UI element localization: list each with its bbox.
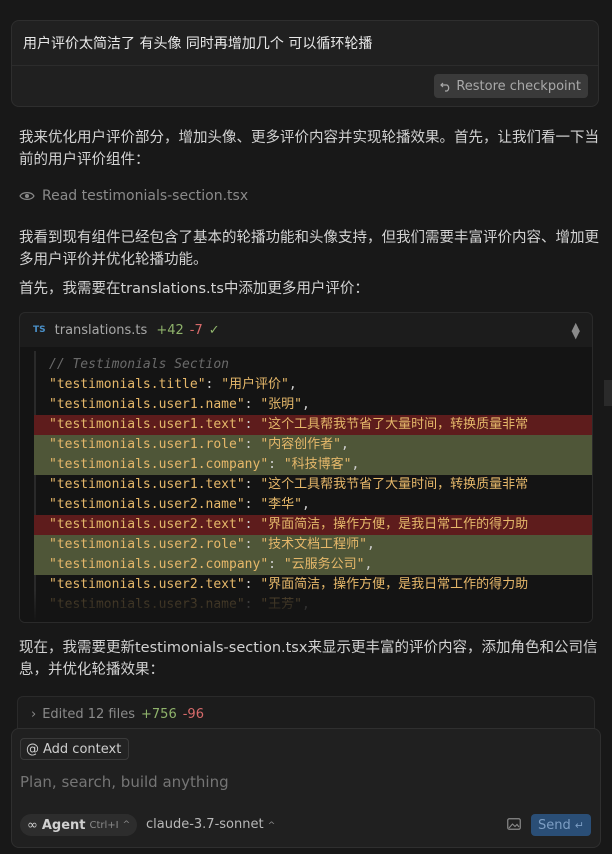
send-label: Send (538, 817, 571, 833)
code-line: "testimonials.user2.company": "云服务公司", (34, 555, 592, 575)
code-value: "科技博客" (283, 457, 352, 472)
additions-count: +42 (156, 322, 184, 338)
code-body: // Testimonials Section "testimonials.tit… (20, 347, 592, 622)
assistant-paragraph-1: 我来优化用户评价部分，增加头像、更多评价内容并实现轮播效果。首先，让我们看一下当… (19, 130, 599, 168)
assistant-paragraph-2: 我看到现有组件已经包含了基本的轮播功能和头像支持，但我们需要丰富评价内容、增加更… (19, 230, 599, 268)
code-key: "testimonials.user2.text" (49, 517, 245, 532)
code-line: "testimonials.user1.text": "这个工具帮我节省了大量时… (34, 415, 592, 435)
code-line: "testimonials.user1.text": "这个工具帮我节省了大量时… (49, 477, 529, 492)
code-value: "张明" (260, 397, 302, 412)
code-diff-block: TS translations.ts +42 -7 ✓ ▲ ▼ // Testim… (19, 312, 593, 623)
code-value: "这个工具帮我节省了大量时间，转换质量非常 (260, 477, 529, 492)
code-key: "testimonials.user2.name" (49, 497, 245, 512)
user-message-card: 用户评价太简洁了 有头像 同时再增加几个 可以循环轮播 Restore chec… (11, 20, 599, 107)
infinity-icon: ∞ (27, 817, 38, 833)
restore-checkpoint-button[interactable]: Restore checkpoint (434, 74, 588, 98)
chat-input[interactable] (20, 773, 580, 791)
agent-mode-button[interactable]: ∞ Agent Ctrl+I ^ (20, 814, 138, 836)
chevron-up-icon: ^ (267, 821, 276, 831)
assistant-paragraph-4: 现在，我需要更新testimonials-section.tsx来显示更丰富的评… (19, 640, 598, 678)
code-value: "云服务公司" (283, 557, 365, 572)
read-file-label: Read testimonials-section.tsx (42, 188, 249, 204)
assistant-paragraph-3: 首先，我需要在translations.ts中添加更多用户评价： (19, 281, 369, 297)
code-line: "testimonials.user1.role": "内容创作者", (34, 435, 592, 455)
restore-checkpoint-label: Restore checkpoint (456, 78, 581, 94)
agent-shortcut: Ctrl+I (89, 819, 119, 831)
code-value: "内容创作者" (260, 437, 341, 452)
code-filename: translations.ts (54, 322, 148, 338)
code-line: "testimonials.user1.company": "科技博客", (34, 455, 592, 475)
expand-collapse-icon[interactable]: ▲ ▼ (572, 321, 580, 340)
code-key: "testimonials.user2.company" (49, 557, 269, 572)
edited-additions: +756 (141, 707, 177, 722)
add-context-button[interactable]: @ Add context (20, 738, 130, 760)
at-sign-icon: @ (26, 741, 39, 757)
code-value: "技术文档工程师" (260, 537, 367, 552)
code-line: "testimonials.title": "用户评价", (49, 377, 297, 392)
scrollbar-thumb[interactable] (604, 380, 612, 406)
code-line: "testimonials.user1.name": "张明", (49, 397, 310, 412)
code-fade-overlay (20, 590, 592, 622)
code-line: "testimonials.user2.role": "技术文档工程师", (34, 535, 592, 555)
code-key: "testimonials.user1.text" (49, 477, 245, 492)
code-key: "testimonials.user1.name" (49, 397, 245, 412)
chevron-right-icon: › (31, 707, 37, 722)
read-file-indicator[interactable]: Read testimonials-section.tsx (19, 188, 248, 204)
image-icon[interactable] (507, 818, 521, 830)
code-key: "testimonials.title" (49, 377, 206, 392)
enter-key-icon: ↵ (574, 818, 584, 832)
code-key: "testimonials.user1.company" (49, 457, 269, 472)
agent-label: Agent (41, 817, 86, 833)
eye-icon (19, 192, 35, 200)
checkmark-icon: ✓ (208, 322, 220, 338)
composer: @ Add context ∞ Agent Ctrl+I ^ claude-3.… (11, 728, 601, 848)
deletions-count: -7 (189, 322, 203, 338)
code-value: "界面简洁，操作方便，是我日常工作的得力助 (260, 517, 529, 532)
code-value: "李华" (260, 497, 302, 512)
edited-deletions: -96 (182, 707, 204, 722)
undo-icon (440, 82, 450, 92)
model-name: claude-3.7-sonnet (146, 817, 264, 832)
send-button[interactable]: Send ↵ (531, 814, 591, 836)
user-message-text: 用户评价太简洁了 有头像 同时再增加几个 可以循环轮播 (23, 36, 373, 52)
add-context-label: Add context (43, 741, 122, 757)
edited-files-label: Edited 12 files (42, 707, 136, 722)
typescript-icon: TS (33, 325, 46, 335)
code-value: "用户评价" (221, 377, 289, 392)
chevron-up-icon: ^ (122, 820, 131, 830)
code-block-header[interactable]: TS translations.ts +42 -7 ✓ ▲ ▼ (20, 313, 592, 347)
code-line: // Testimonials Section (49, 357, 230, 372)
code-key: "testimonials.user2.role" (49, 537, 245, 552)
code-key: "testimonials.user1.role" (49, 437, 245, 452)
code-line: "testimonials.user2.text": "界面简洁，操作方便，是我… (34, 515, 592, 535)
divider (12, 65, 598, 66)
code-value: "这个工具帮我节省了大量时间，转换质量非常 (260, 417, 529, 432)
model-selector[interactable]: claude-3.7-sonnet ^ (146, 817, 275, 832)
code-key: "testimonials.user1.text" (49, 417, 245, 432)
code-line: "testimonials.user2.name": "李华", (49, 497, 310, 512)
